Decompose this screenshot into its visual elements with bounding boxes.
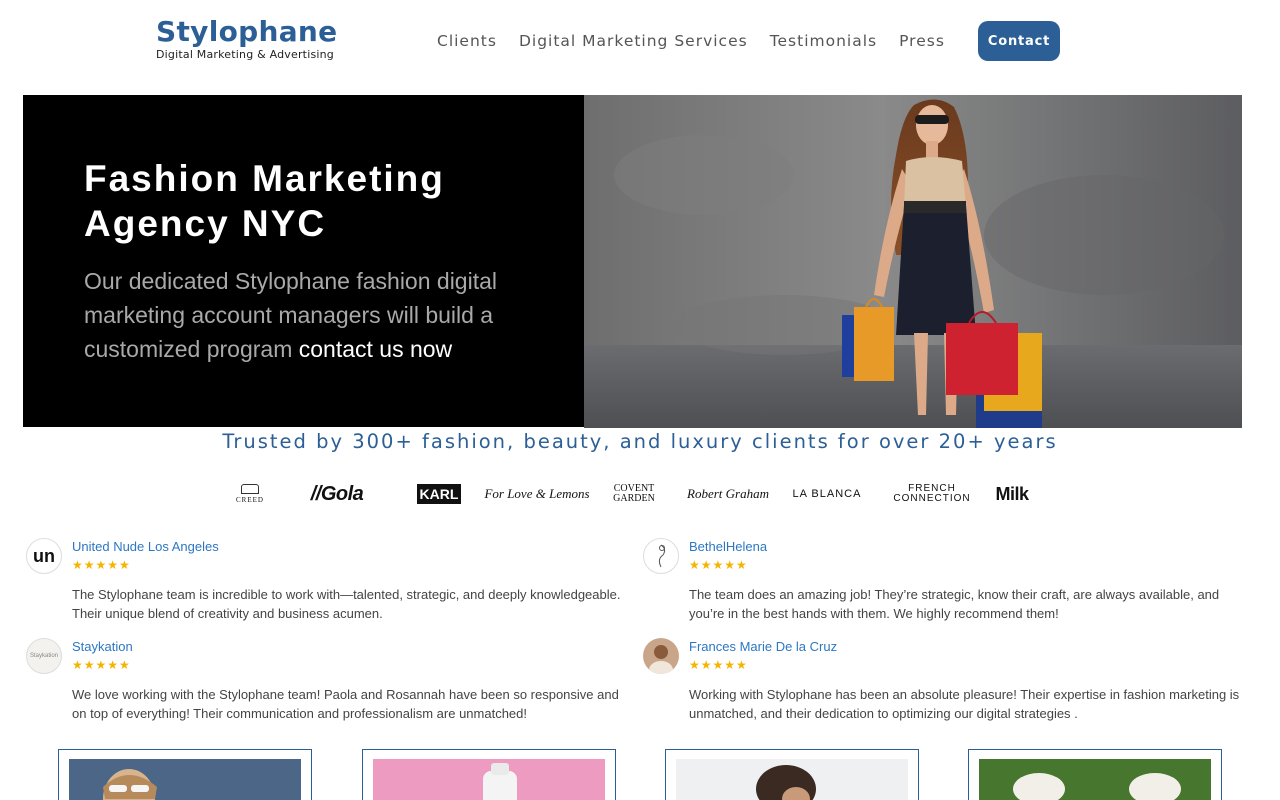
avatar-photo: [649, 645, 673, 674]
brand-logo-for-love-lemons: For Love & Lemons: [484, 474, 589, 514]
brand-logo-gola: //Gola: [294, 474, 380, 514]
creed-crest-icon: [241, 484, 259, 494]
brand-label-milk: Milk: [995, 483, 1029, 504]
hero-title: Fashion Marketing Agency NYC: [84, 158, 445, 244]
case-study-image: [69, 759, 301, 800]
hero-subtitle: Our dedicated Stylophane fashion digital…: [84, 264, 544, 366]
case-study-card[interactable]: [665, 749, 919, 800]
review-text: The Stylophane team is incredible to wor…: [72, 587, 621, 621]
brand-logo-milk: Milk: [992, 474, 1032, 514]
logo-wordmark: Stylophane: [156, 15, 338, 48]
reviewer-name[interactable]: Frances Marie De la Cruz: [689, 639, 837, 654]
brand-logo-french-connection: FRENCH CONNECTION: [890, 474, 974, 514]
star-rating: ★★★★★: [689, 658, 748, 672]
nav-press[interactable]: Press: [899, 32, 945, 50]
main-nav: Clients Digital Marketing Services Testi…: [426, 20, 956, 62]
brand-label-gola: //Gola: [310, 482, 364, 505]
case-study-image: [373, 759, 605, 800]
stylophane-logo[interactable]: Stylophane Digital Marketing & Advertisi…: [156, 18, 366, 64]
case-study-card[interactable]: [362, 749, 616, 800]
review-text: The team does an amazing job! They’re st…: [689, 587, 1220, 621]
case-study-image: [979, 759, 1211, 800]
brand-logo-creed: CREED: [226, 474, 274, 514]
avatar-initials: un: [33, 545, 55, 566]
hero-panel: [23, 95, 584, 427]
brand-label-karl: KARL: [416, 484, 462, 504]
brand-label-la-blanca: LA BLANCA: [792, 488, 862, 500]
nav-digital-marketing-services[interactable]: Digital Marketing Services: [519, 32, 748, 50]
avatar-initials: Staykation: [29, 653, 59, 659]
brand-logo-robert-graham: Robert Graham: [687, 474, 769, 514]
case-study-card[interactable]: [58, 749, 312, 800]
case-study-card[interactable]: [968, 749, 1222, 800]
avatar: [643, 638, 679, 674]
avatar: Staykation: [26, 638, 62, 674]
review-text: We love working with the Stylophane team…: [72, 687, 619, 721]
trusted-heading: Trusted by 300+ fashion, beauty, and lux…: [222, 430, 1058, 453]
contact-button[interactable]: Contact: [978, 21, 1060, 61]
nav-clients[interactable]: Clients: [437, 32, 497, 50]
avatar: [643, 538, 679, 574]
brand-label-robert-graham: Robert Graham: [687, 486, 769, 501]
case-study-image: [676, 759, 908, 800]
brand-logo-la-blanca: LA BLANCA: [788, 474, 866, 514]
star-rating: ★★★★★: [689, 558, 748, 572]
brand-label-french-connection: FRENCH CONNECTION: [893, 483, 971, 504]
contact-us-now-link[interactable]: contact us now: [299, 336, 452, 362]
star-rating: ★★★★★: [72, 558, 131, 572]
reviewer-name[interactable]: Staykation: [72, 639, 133, 654]
bethel-helena-sketch-icon: [658, 544, 666, 568]
nav-testimonials[interactable]: Testimonials: [770, 32, 877, 50]
hero-image-woman-shopping-bags: [584, 95, 1242, 428]
brand-label-for-love-lemons: For Love & Lemons: [484, 486, 590, 501]
client-logos: CREED //Gola KARL For Love & Lemons COVE…: [226, 474, 1056, 514]
reviewer-name[interactable]: BethelHelena: [689, 539, 767, 554]
star-rating: ★★★★★: [72, 658, 131, 672]
brand-logo-karl: KARL: [414, 474, 464, 514]
logo-tagline: Digital Marketing & Advertising: [156, 48, 334, 61]
review-text: Working with Stylophane has been an abso…: [689, 687, 1240, 721]
avatar: un: [26, 538, 62, 574]
brand-label-covent-garden: COVENT GARDEN: [613, 483, 655, 504]
reviewer-name[interactable]: United Nude Los Angeles: [72, 539, 219, 554]
brand-label-creed: CREED: [236, 496, 264, 504]
brand-logo-covent-garden: COVENT GARDEN: [608, 474, 660, 514]
